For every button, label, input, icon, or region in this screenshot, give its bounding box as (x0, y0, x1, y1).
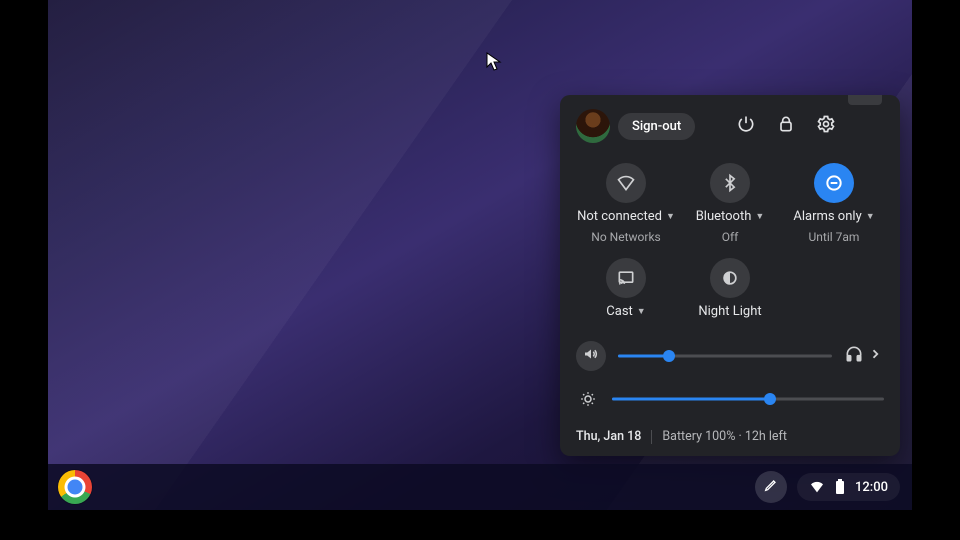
power-button[interactable] (730, 110, 762, 142)
user-avatar[interactable] (576, 109, 610, 143)
tile-wifi-subtitle: No Networks (591, 230, 660, 244)
stylus-tools-button[interactable] (755, 471, 787, 503)
mouse-cursor (486, 52, 502, 72)
volume-row (576, 341, 884, 371)
tile-notifications-title: Alarms only (793, 209, 861, 224)
footer-date: Thu, Jan 18 (576, 429, 641, 444)
chevron-down-icon: ▼ (666, 211, 675, 222)
desktop-screen: Sign-out (48, 0, 912, 510)
quick-settings-header: Sign-out (576, 109, 884, 143)
tile-night-light[interactable]: Night Light (680, 258, 780, 319)
chevron-down-icon: ▼ (755, 211, 764, 222)
volume-mute-button[interactable] (576, 341, 606, 371)
quick-settings-panel: Sign-out (560, 95, 900, 456)
pen-icon (763, 477, 779, 497)
status-clock: 12:00 (855, 480, 888, 495)
collapse-button[interactable] (854, 111, 884, 141)
brightness-icon (576, 387, 600, 411)
tile-cast-title: Cast (606, 304, 633, 319)
battery-status-icon (835, 479, 845, 495)
sign-out-button[interactable]: Sign-out (618, 113, 695, 140)
footer-battery: Battery 100% · 12h left (662, 429, 787, 444)
tile-notifications[interactable]: Alarms only ▼ Until 7am (784, 163, 884, 244)
quick-settings-footer: Thu, Jan 18 Battery 100% · 12h left (576, 429, 884, 444)
status-area[interactable]: 12:00 (797, 473, 900, 501)
tile-bluetooth[interactable]: Bluetooth▼ Off (680, 163, 780, 244)
chevron-down-icon: ▼ (637, 306, 646, 317)
headphones-icon (844, 344, 864, 368)
sliders-section (576, 341, 884, 411)
volume-icon (582, 345, 600, 367)
tile-wifi[interactable]: Not connected ▼ No Networks (576, 163, 676, 244)
tile-bluetooth-title: Bluetooth (696, 209, 752, 224)
chevron-down-icon: ▼ (866, 211, 875, 222)
power-icon (736, 114, 756, 138)
tile-cast[interactable]: Cast ▼ (576, 258, 676, 319)
audio-output-button[interactable] (844, 344, 884, 368)
brightness-slider[interactable] (612, 391, 884, 407)
chrome-app-icon[interactable] (58, 470, 92, 504)
do-not-disturb-icon (814, 163, 854, 203)
bluetooth-icon (710, 163, 750, 203)
chevron-right-icon (866, 345, 884, 367)
lock-button[interactable] (770, 110, 802, 142)
lock-icon (776, 114, 796, 138)
gear-icon (816, 114, 836, 138)
cast-icon (606, 258, 646, 298)
tile-night-light-title: Night Light (698, 304, 761, 319)
settings-button[interactable] (810, 110, 842, 142)
tile-wifi-title: Not connected (577, 209, 662, 224)
brightness-row (576, 387, 884, 411)
volume-slider[interactable] (618, 348, 832, 364)
divider (651, 430, 652, 444)
notification-handle[interactable] (848, 95, 882, 105)
tile-notifications-subtitle: Until 7am (809, 230, 860, 244)
night-light-icon (710, 258, 750, 298)
wifi-icon (606, 163, 646, 203)
quick-settings-grid: Not connected ▼ No Networks Bluetooth▼ O… (576, 163, 884, 319)
wifi-status-icon (809, 479, 825, 495)
shelf: 12:00 (48, 464, 912, 510)
tile-bluetooth-subtitle: Off (722, 230, 739, 244)
